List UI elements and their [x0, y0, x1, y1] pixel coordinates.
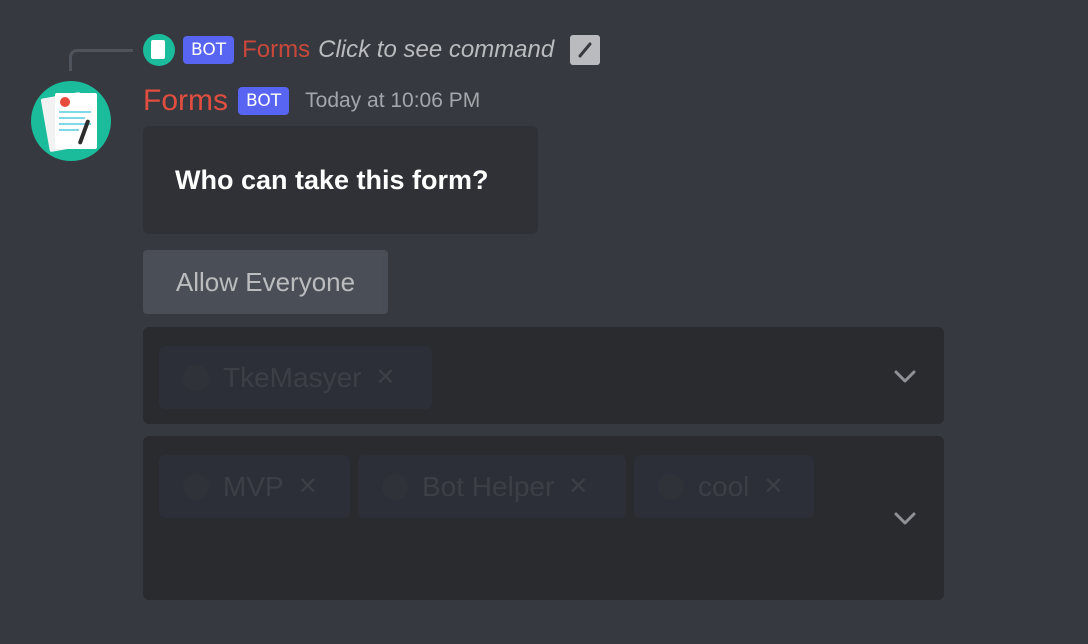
reply-author-name[interactable]: Forms — [242, 34, 310, 66]
embed-title: Who can take this form? — [175, 164, 489, 195]
role-chip[interactable]: MVP ✕ — [159, 455, 350, 518]
embed: Who can take this form? — [143, 126, 538, 234]
message-timestamp: Today at 10:06 PM — [305, 89, 481, 112]
remove-icon[interactable]: ✕ — [568, 472, 588, 501]
user-select-menu[interactable]: TkeMasyer ✕ — [143, 327, 944, 424]
reply-reference[interactable]: BOT Forms Click to see command — [143, 34, 601, 66]
remove-icon[interactable]: ✕ — [298, 472, 318, 501]
author-avatar[interactable] — [31, 81, 111, 161]
allow-everyone-button[interactable]: Allow Everyone — [143, 250, 388, 314]
role-chip[interactable]: Bot Helper ✕ — [358, 455, 626, 518]
role-chip-label: Bot Helper — [422, 470, 555, 502]
message-header: Forms BOT Today at 10:06 PM — [143, 84, 480, 118]
chevron-down-icon[interactable] — [892, 505, 918, 531]
reply-connector-line — [69, 49, 133, 71]
chevron-down-icon[interactable] — [892, 363, 918, 389]
user-avatar-icon — [183, 364, 209, 391]
remove-icon[interactable]: ✕ — [375, 363, 395, 392]
role-chip-label: MVP — [223, 470, 284, 502]
reply-bot-tag: BOT — [183, 36, 235, 64]
reply-command-link[interactable]: Click to see command — [318, 34, 554, 66]
role-chip[interactable]: cool ✕ — [634, 455, 814, 518]
role-icon — [183, 473, 209, 500]
role-chip-label: cool — [698, 470, 750, 502]
reply-avatar[interactable] — [143, 34, 175, 66]
role-icon — [382, 473, 408, 500]
author-name[interactable]: Forms — [143, 84, 228, 118]
user-chip-label: TkeMasyer — [223, 361, 362, 393]
role-select-menu[interactable]: MVP ✕ Bot Helper ✕ cool ✕ — [143, 436, 944, 600]
remove-icon[interactable]: ✕ — [763, 472, 783, 501]
bot-tag: BOT — [238, 87, 290, 115]
user-chip[interactable]: TkeMasyer ✕ — [159, 346, 432, 409]
role-icon — [658, 473, 684, 500]
slash-command-icon — [570, 35, 601, 65]
